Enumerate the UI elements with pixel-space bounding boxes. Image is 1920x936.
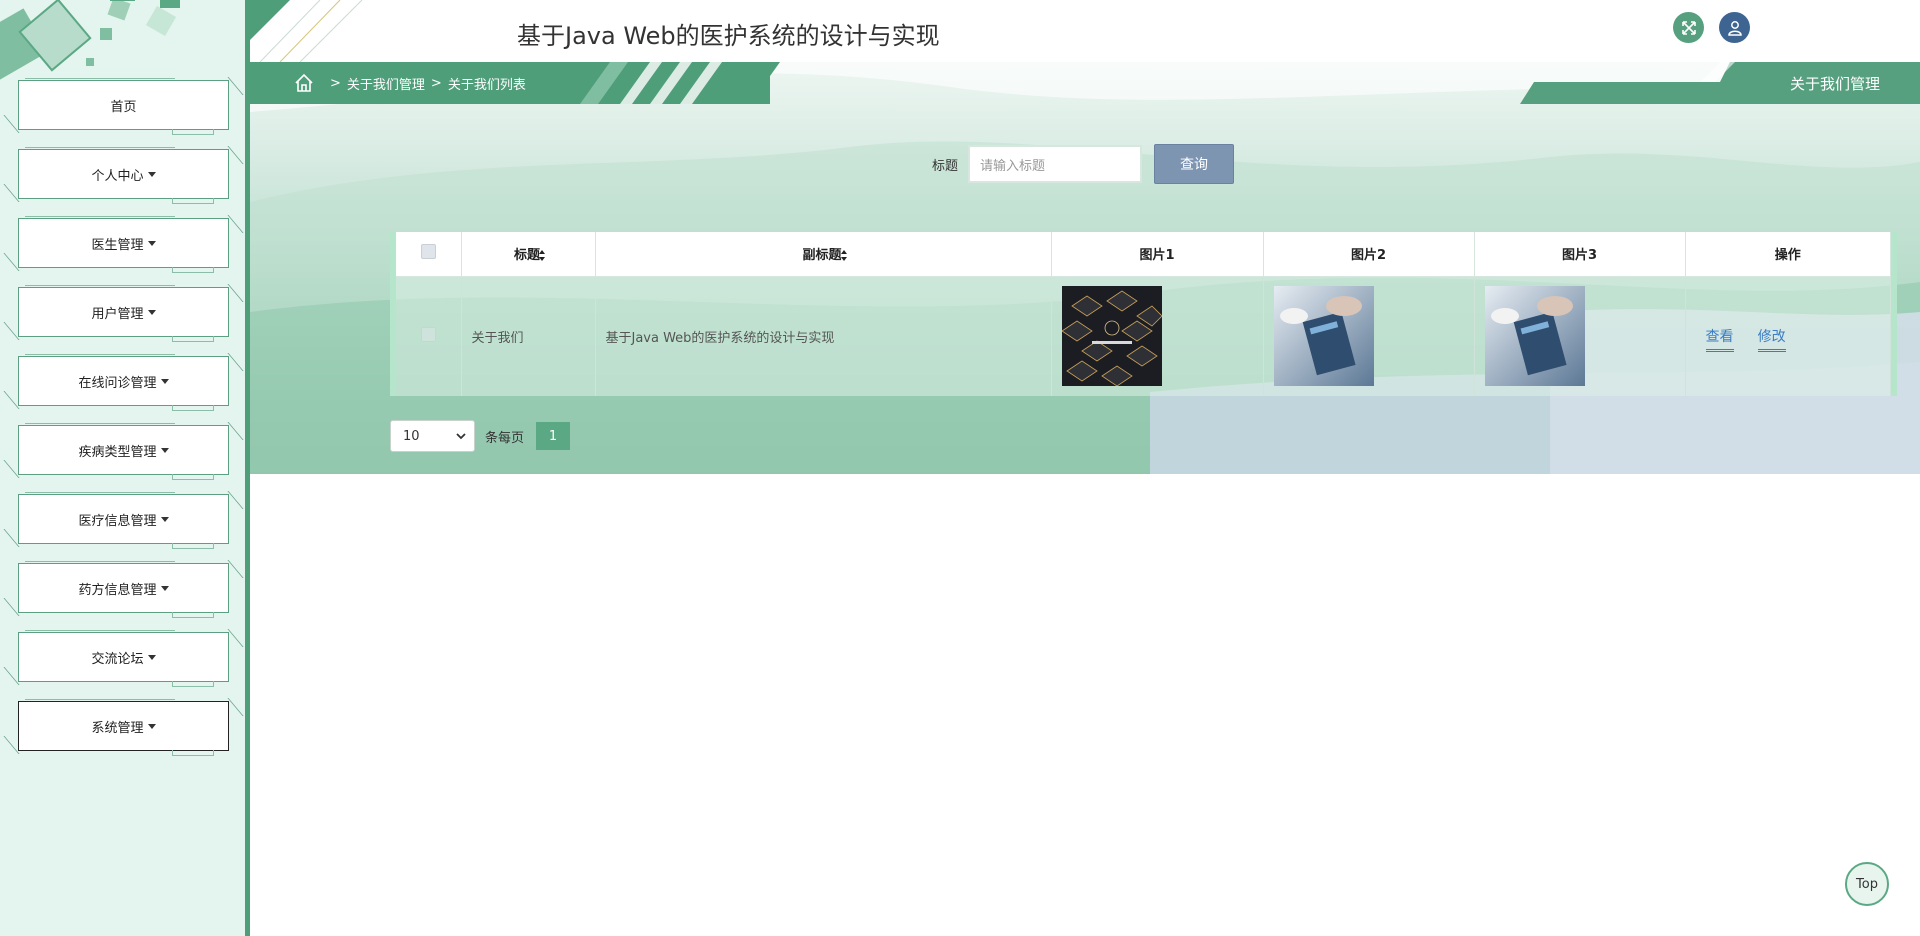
sidebar-item-label: 系统管理 <box>91 720 144 736</box>
page-size-value: 10 <box>403 428 420 444</box>
data-table: 标题 副标题 图片1 图片2 图片3 操作 关于我们 基于Java Web的医护… <box>390 232 1897 396</box>
page-button-current[interactable]: 1 <box>536 422 571 450</box>
breadcrumb-level2: 关于我们列表 <box>447 77 526 93</box>
caret-down-icon <box>160 585 169 591</box>
fullscreen-icon <box>1681 20 1696 35</box>
page-size-select[interactable]: 10 <box>390 420 475 452</box>
sidebar-item-label: 用户管理 <box>91 306 144 322</box>
view-link[interactable]: 查看 <box>1705 329 1734 353</box>
caret-down-icon <box>160 516 169 522</box>
sidebar-item-user-management[interactable]: 用户管理 <box>3 284 244 342</box>
user-icon <box>1727 20 1742 36</box>
caret-down-icon <box>147 654 156 660</box>
caret-down-icon <box>147 240 156 246</box>
top-header: 基于Java Web的医护系统的设计与实现 <box>250 0 1920 62</box>
column-header-image1: 图片1 <box>1051 232 1264 277</box>
image1-thumbnail[interactable] <box>1061 286 1162 387</box>
query-button[interactable]: 查询 <box>1154 144 1235 184</box>
column-header-actions: 操作 <box>1685 232 1891 277</box>
sidebar-item-label: 药方信息管理 <box>78 582 157 598</box>
table-row: 关于我们 基于Java Web的医护系统的设计与实现 查看 修改 <box>396 276 1891 396</box>
edit-link[interactable]: 修改 <box>1757 329 1786 353</box>
sidebar-item-forum[interactable]: 交流论坛 <box>3 629 244 687</box>
home-icon[interactable] <box>294 73 314 93</box>
cell-image2 <box>1263 276 1475 396</box>
column-header-image3: 图片3 <box>1474 232 1686 277</box>
select-all-header <box>396 232 462 277</box>
breadcrumb-level1[interactable]: 关于我们管理 <box>347 74 425 93</box>
per-page-label: 条每页 <box>485 430 525 446</box>
cell-image1 <box>1051 276 1264 396</box>
breadcrumb-separator: > <box>430 75 442 91</box>
main-content: > 关于我们管理 > 关于我们列表 关于我们管理 标题 请输入标题 查询 标题 … <box>250 62 1920 474</box>
select-all-checkbox[interactable] <box>420 244 436 260</box>
caret-down-icon <box>147 309 156 315</box>
sidebar-item-label: 医生管理 <box>91 237 144 253</box>
chevron-down-icon <box>456 433 466 440</box>
sidebar-item-home[interactable]: 首页 <box>3 77 244 135</box>
column-header-image2: 图片2 <box>1263 232 1475 277</box>
sidebar-item-label: 交流论坛 <box>91 651 144 667</box>
table-header-row: 标题 副标题 图片1 图片2 图片3 操作 <box>396 232 1891 277</box>
title-search-input[interactable]: 请输入标题 <box>968 145 1143 183</box>
cell-image3 <box>1474 276 1686 396</box>
back-to-top-button[interactable]: Top <box>1845 862 1889 906</box>
sidebar-item-prescription-info[interactable]: 药方信息管理 <box>3 560 244 618</box>
image2-thumbnail[interactable] <box>1273 286 1374 387</box>
breadcrumb-separator: > <box>330 75 341 91</box>
image3-thumbnail[interactable] <box>1484 286 1585 387</box>
sidebar-item-system-management[interactable]: 系统管理 <box>3 698 244 756</box>
app-title: 基于Java Web的医护系统的设计与实现 <box>517 22 940 50</box>
breadcrumb-stripes <box>580 62 780 104</box>
row-checkbox-cell <box>396 276 462 396</box>
sidebar-item-label: 医疗信息管理 <box>78 513 157 529</box>
cell-title: 关于我们 <box>461 276 596 396</box>
caret-down-icon <box>147 171 156 177</box>
page-tag-label: 关于我们管理 <box>1789 75 1880 93</box>
cell-actions: 查看 修改 <box>1685 276 1891 396</box>
search-bar: 标题 请输入标题 查询 <box>932 144 1235 184</box>
header-decoration <box>250 0 363 62</box>
page-tag: 关于我们管理 <box>1520 62 1920 104</box>
column-header-subtitle[interactable]: 副标题 <box>595 232 1052 277</box>
row-checkbox[interactable] <box>420 326 436 342</box>
sidebar-item-label: 首页 <box>110 99 137 115</box>
sidebar-item-label: 在线问诊管理 <box>78 375 157 391</box>
sidebar-item-label: 个人中心 <box>91 168 144 184</box>
caret-down-icon <box>160 378 169 384</box>
sidebar-item-label: 疾病类型管理 <box>78 444 157 460</box>
sidebar-item-disease-type[interactable]: 疾病类型管理 <box>3 422 244 480</box>
sidebar-item-online-consultation[interactable]: 在线问诊管理 <box>3 353 244 411</box>
caret-down-icon <box>147 723 156 729</box>
sidebar-item-medical-info[interactable]: 医疗信息管理 <box>3 491 244 549</box>
cell-subtitle: 基于Java Web的医护系统的设计与实现 <box>595 276 1052 396</box>
caret-down-icon <box>160 447 169 453</box>
sidebar-item-personal-center[interactable]: 个人中心 <box>3 146 244 204</box>
column-header-title[interactable]: 标题 <box>461 232 596 277</box>
search-label: 标题 <box>932 158 959 174</box>
user-button[interactable] <box>1719 12 1750 43</box>
fullscreen-button[interactable] <box>1673 12 1704 43</box>
pagination: 10 条每页 1 <box>390 420 571 452</box>
sidebar-item-doctor-management[interactable]: 医生管理 <box>3 215 244 273</box>
